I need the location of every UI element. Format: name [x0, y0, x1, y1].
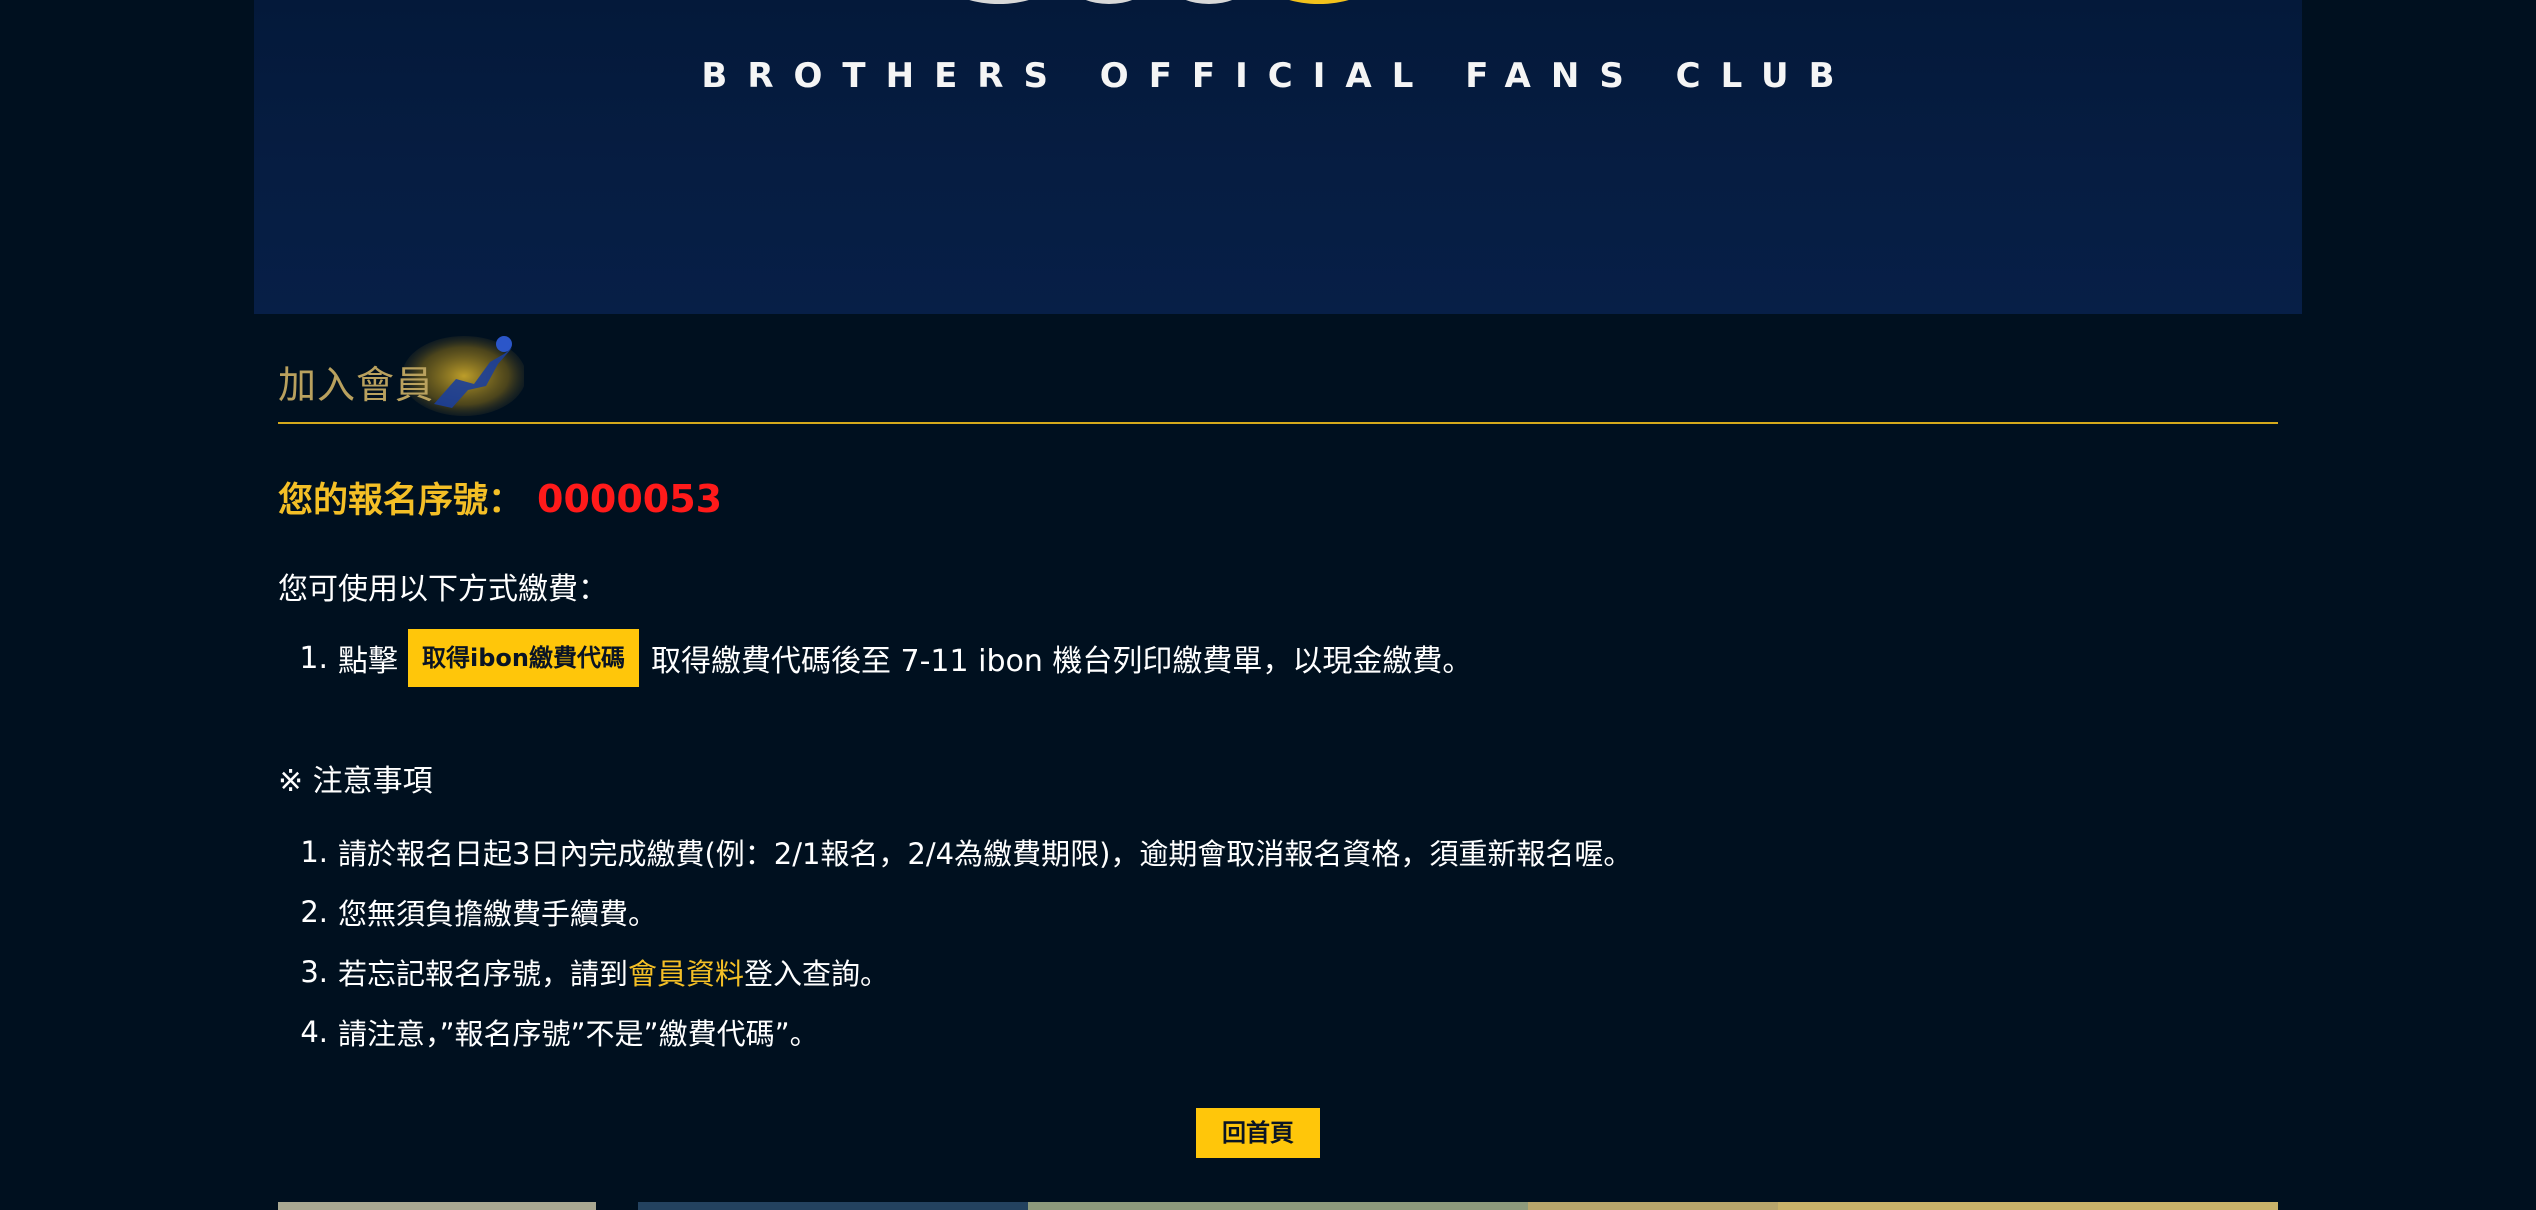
section-header: 加入會員 — [278, 314, 2278, 424]
banner-title: BROTHERS OFFICIAL FANS CLUB — [701, 56, 1855, 96]
photo-thumb — [638, 1202, 1028, 1210]
payment-method-list: 1. 點擊 取得ibon繳費代碼 取得繳費代碼後至 7-11 ibon 機台列印… — [278, 628, 1472, 688]
list-number: 3. — [300, 955, 328, 989]
list-item: 1. 請於報名日起3日內完成繳費(例：2/1報名，2/4為繳費期限)，逾期會取消… — [278, 822, 1632, 882]
photo-thumb — [1528, 1202, 1778, 1210]
notice-text-after: 登入查詢。 — [744, 957, 890, 991]
list-number: 2. — [300, 895, 328, 929]
logo-fragment-1 — [954, 0, 1044, 4]
list-item: 1. 點擊 取得ibon繳費代碼 取得繳費代碼後至 7-11 ibon 機台列印… — [278, 628, 1472, 688]
notice-text: 您無須負擔繳費手續費。 — [338, 897, 658, 931]
photo-thumb — [596, 1202, 638, 1210]
photo-thumb — [278, 1202, 596, 1210]
page: BROTHERS OFFICIAL FANS CLUB 加入會員 您的報名序號：… — [0, 0, 2536, 1210]
list-number: 1. — [300, 835, 328, 869]
header-banner: BROTHERS OFFICIAL FANS CLUB — [254, 0, 2302, 314]
notice-text: 請於報名日起3日內完成繳費(例：2/1報名，2/4為繳費期限)，逾期會取消報名資… — [338, 837, 1633, 871]
notice-text-before: 若忘記報名序號，請到 — [338, 957, 629, 991]
main-content: 加入會員 您的報名序號： 0000053 您可使用以下方式繳費： 1. 點擊 取得… — [278, 314, 2278, 1210]
payment-intro: 您可使用以下方式繳費： — [278, 572, 608, 607]
registration-line: 您的報名序號： 0000053 — [278, 472, 722, 523]
notice-list: 1. 請於報名日起3日內完成繳費(例：2/1報名，2/4為繳費期限)，逾期會取消… — [278, 822, 1632, 1062]
list-number: 1. — [299, 640, 328, 676]
photo-thumb — [1028, 1202, 1528, 1210]
list-number: 4. — [300, 1015, 328, 1049]
footer-photo-strip — [278, 1202, 2278, 1210]
logo-fragment-4 — [1274, 0, 1364, 4]
registration-label: 您的報名序號： — [278, 481, 524, 521]
notice-title: ※ 注意事項 — [278, 764, 433, 799]
member-info-link[interactable]: 會員資料 — [628, 951, 744, 993]
back-to-home-button[interactable]: 回首頁 — [1196, 1108, 1320, 1158]
payment-instructions: 取得繳費代碼後至 7-11 ibon 機台列印繳費單，以現金繳費。 — [650, 644, 1473, 679]
logo-fragment-3 — [1174, 0, 1244, 4]
list-item: 2. 您無須負擔繳費手續費。 — [278, 882, 1632, 942]
list-item: 4. 請注意，”報名序號”不是”繳費代碼”。 — [278, 1002, 1632, 1062]
section-divider — [278, 422, 2278, 424]
notice-text: 請注意，”報名序號”不是”繳費代碼”。 — [338, 1017, 819, 1051]
section-title: 加入會員 — [278, 363, 435, 407]
photo-thumb — [1778, 1202, 2278, 1210]
get-ibon-code-button[interactable]: 取得ibon繳費代碼 — [408, 629, 639, 687]
registration-number: 0000053 — [537, 477, 723, 521]
list-item: 3. 若忘記報名序號，請到 會員資料 登入查詢。 — [278, 942, 1632, 1002]
payment-prefix: 點擊 — [338, 644, 398, 679]
logo-fragment-2 — [1074, 0, 1144, 4]
